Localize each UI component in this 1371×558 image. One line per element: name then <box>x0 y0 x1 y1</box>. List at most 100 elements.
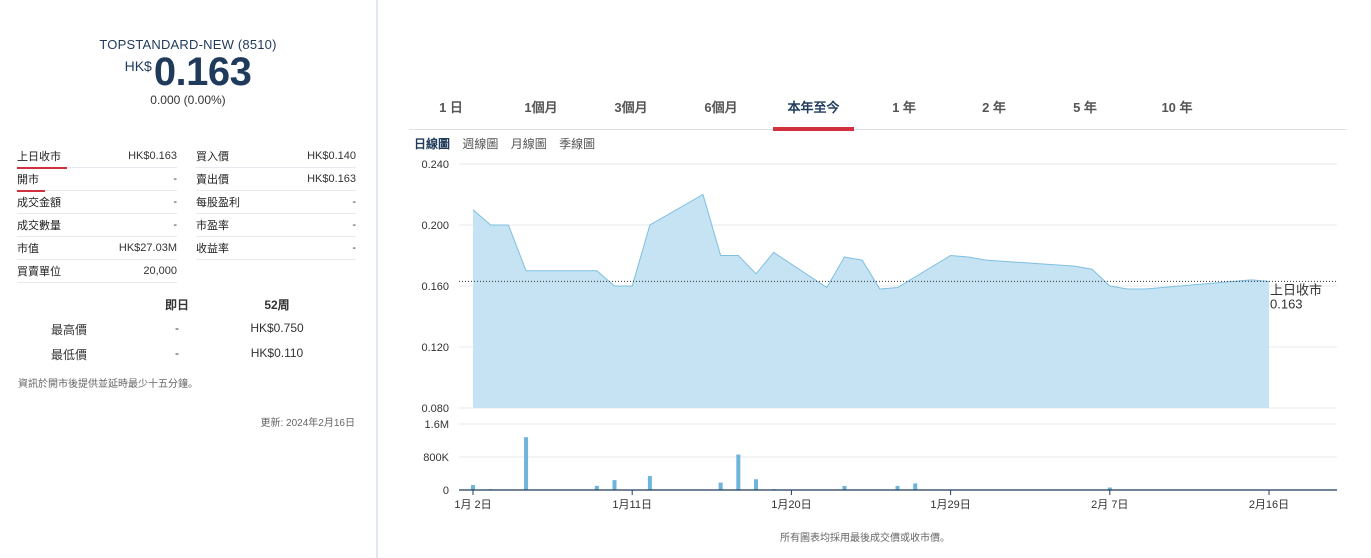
low-today: - <box>175 346 179 360</box>
price-change: 0.000 (0.00%) <box>150 93 226 107</box>
stat-label: 每股盈利 <box>196 197 240 209</box>
high-low-table: 即日 52周 最高價 - HK$0.750 最低價 - HK$0.110 <box>17 292 357 367</box>
stat-value: - <box>173 219 177 231</box>
stat-value: HK$0.140 <box>307 150 356 162</box>
stats-right: 買入價 HK$0.140 賣出價 HK$0.163 每股盈利 - 市盈率 - 收… <box>196 145 356 260</box>
y-tick-label: 0.080 <box>421 403 449 415</box>
stat-row: 市值 HK$27.03M <box>17 237 177 260</box>
stat-label: 買賣單位 <box>17 266 61 278</box>
stat-row: 每股盈利 - <box>196 191 356 214</box>
stat-value: HK$27.03M <box>118 242 177 254</box>
y-tick-label: 0.160 <box>421 281 449 293</box>
panel-divider <box>376 0 378 558</box>
last-price: 0.163 <box>153 50 252 94</box>
volume-bar <box>594 485 599 490</box>
high-label: 最高價 <box>51 323 88 337</box>
subtab-weekly[interactable]: 週線圖 <box>462 135 498 152</box>
volume-bar <box>736 454 741 490</box>
stat-row: 成交數量 - <box>17 214 177 237</box>
stat-value: - <box>352 242 356 254</box>
tab-1m[interactable]: 1個月 <box>515 97 567 130</box>
stat-row: 賣出價 HK$0.163 <box>196 168 356 191</box>
tab-3m[interactable]: 3個月 <box>605 97 657 130</box>
volume-bar <box>612 480 617 490</box>
chart-footnote: 所有圖表均採用最後成交價或收市價。 <box>780 533 950 544</box>
price-area <box>473 194 1269 408</box>
subtab-daily[interactable]: 日線圖 <box>414 135 450 152</box>
volume-bar <box>471 485 475 490</box>
stat-value: 20,000 <box>143 265 177 277</box>
low-52week: HK$0.110 <box>250 346 304 360</box>
stat-label: 開市 <box>17 174 39 186</box>
x-tick-label: 1月29日 <box>930 499 970 511</box>
subtab-monthly[interactable]: 月線圖 <box>511 135 547 152</box>
stat-label: 收益率 <box>196 243 229 255</box>
stats-left: 上日收市 HK$0.163 開市 - 成交金額 - 成交數量 - 市值 HK$2… <box>17 145 177 283</box>
low-row: 最低價 - HK$0.110 <box>17 342 357 367</box>
stat-label: 買入價 <box>196 151 229 163</box>
low-label: 最低價 <box>51 348 88 362</box>
volume-bar <box>647 475 652 490</box>
volume-bar <box>842 485 847 490</box>
x-tick-label: 2月 7日 <box>1091 499 1128 511</box>
chart-interval-tabs: 日線圖 週線圖 月線圖 季線圖 <box>414 135 604 152</box>
volume-bar <box>913 483 918 490</box>
x-tick-label: 1月11日 <box>612 499 652 511</box>
tab-6m[interactable]: 6個月 <box>695 97 747 130</box>
stat-label: 賣出價 <box>196 174 229 186</box>
updated-date: 更新: 2024年2月16日 <box>260 418 356 429</box>
stat-row: 收益率 - <box>196 237 356 260</box>
stat-row: 市盈率 - <box>196 214 356 237</box>
stat-value: - <box>173 173 177 185</box>
stat-row: 買入價 HK$0.140 <box>196 145 356 168</box>
stat-row: 開市 - <box>17 168 177 192</box>
prev-close-label: 上日收市 <box>1270 282 1322 297</box>
stat-row: 上日收市 HK$0.163 <box>17 145 177 169</box>
quote-panel: TOPSTANDARD-NEW (8510) HK$ 0.163 0.000 (… <box>0 0 376 558</box>
stat-value: HK$0.163 <box>307 173 356 185</box>
col-today-header: 即日 <box>164 298 189 312</box>
stat-value: HK$0.163 <box>128 150 177 162</box>
high-row: 最高價 - HK$0.750 <box>17 317 357 342</box>
subtab-quarterly[interactable]: 季線圖 <box>559 135 595 152</box>
period-tabs: 1 日 1個月 3個月 6個月 本年至今 1 年 2 年 5 年 10 年 <box>409 86 1347 131</box>
prev-close-value: 0.163 <box>1270 296 1303 311</box>
tab-1y[interactable]: 1 年 <box>880 97 928 130</box>
volume-bar <box>718 482 723 490</box>
high-52week: HK$0.750 <box>250 321 304 335</box>
stat-label: 成交金額 <box>17 197 61 209</box>
stat-value: - <box>352 219 356 231</box>
y-tick-label: 0.200 <box>421 220 449 232</box>
volume-tick-label: 0 <box>443 485 449 497</box>
y-tick-label: 0.120 <box>421 342 449 354</box>
stat-label: 成交數量 <box>17 220 61 232</box>
high-today: - <box>175 321 179 335</box>
delay-note: 資訊於開市後提供並延時最少十五分鐘。 <box>18 379 198 390</box>
price-currency: HK$ <box>124 58 152 74</box>
col-52week-header: 52周 <box>264 298 290 312</box>
stat-value: - <box>352 196 356 208</box>
stat-label: 上日收市 <box>17 151 61 163</box>
x-tick-label: 1月20日 <box>771 499 811 511</box>
x-tick-label: 1月 2日 <box>454 499 491 511</box>
tab-5y[interactable]: 5 年 <box>1061 97 1109 130</box>
x-tick-label: 2月16日 <box>1249 499 1289 511</box>
price-chart: 0.240 0.200 0.160 0.120 0.080 上日收市0.163 1.6M 80… <box>421 159 1337 511</box>
tab-1d[interactable]: 1 日 <box>427 97 475 130</box>
volume-bar <box>754 479 759 490</box>
volume-bar <box>895 485 900 490</box>
tab-ytd[interactable]: 本年至今 <box>773 97 854 131</box>
volume-tick-label: 1.6M <box>425 419 449 431</box>
stat-row: 買賣單位 20,000 <box>17 260 177 283</box>
price-display: HK$ 0.163 <box>0 50 376 94</box>
volume-tick-label: 800K <box>423 452 449 464</box>
stat-value: - <box>173 196 177 208</box>
stat-label: 市值 <box>17 243 39 255</box>
stat-row: 成交金額 - <box>17 191 177 214</box>
stat-label: 市盈率 <box>196 220 229 232</box>
high-low-header: 即日 52周 <box>17 292 357 317</box>
tab-2y[interactable]: 2 年 <box>970 97 1018 130</box>
y-tick-label: 0.240 <box>421 159 449 171</box>
volume-bar <box>524 437 529 490</box>
tab-10y[interactable]: 10 年 <box>1151 97 1203 130</box>
